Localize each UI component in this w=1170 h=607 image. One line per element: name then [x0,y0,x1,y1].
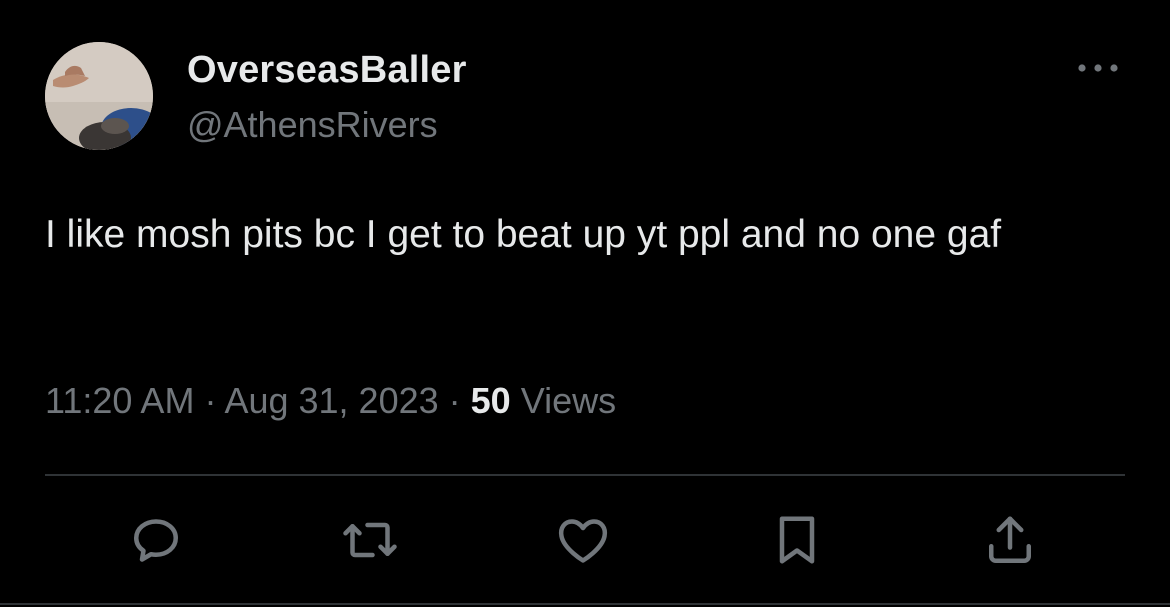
bottom-divider [0,603,1170,605]
reply-button[interactable] [124,508,188,572]
bookmark-icon [779,516,815,564]
share-button[interactable] [978,508,1042,572]
views-count[interactable]: 50 [471,380,511,421]
action-bar [0,508,1170,578]
heart-icon [558,519,608,563]
meta-separator: · [438,380,471,421]
tweet-text: I like mosh pits bc I get to beat up yt … [45,213,1002,256]
reply-icon [134,519,178,562]
avatar[interactable] [45,42,153,150]
meta-separator: · [194,380,225,421]
display-name[interactable]: OverseasBaller [187,49,467,92]
tweet-time[interactable]: 11:20 AM [45,380,194,421]
share-icon [989,516,1031,563]
tweet-metadata: 11:20 AM · Aug 31, 2023 · 50 Views [45,380,616,422]
tweet-date[interactable]: Aug 31, 2023 [224,380,438,421]
bookmark-button[interactable] [765,508,829,572]
more-horizontal-icon[interactable] [1074,58,1122,78]
divider [45,474,1125,476]
views-label: Views [510,380,617,421]
like-button[interactable] [551,508,615,572]
retweet-icon [343,522,397,558]
retweet-button[interactable] [338,508,402,572]
avatar-image [45,42,153,150]
tweet-card: OverseasBaller @AthensRivers I like mosh… [0,0,1170,607]
user-handle[interactable]: @AthensRivers [187,104,438,146]
